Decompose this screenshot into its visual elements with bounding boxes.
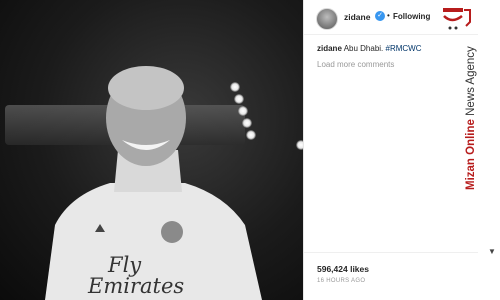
post-caption: zidane Abu Dhabi. #RMCWC bbox=[317, 44, 422, 53]
likes-count[interactable]: 596,424 likes bbox=[317, 264, 369, 274]
panel-divider bbox=[303, 0, 304, 300]
post-timestamp[interactable]: 16 HOURS AGO bbox=[317, 278, 365, 284]
watermark-agency: News Agency bbox=[465, 46, 477, 120]
caption-text: Abu Dhabi. bbox=[343, 44, 386, 53]
caption-username[interactable]: zidane bbox=[317, 44, 342, 53]
separator-dot: • bbox=[387, 11, 390, 20]
scroll-down-arrow-icon[interactable]: ▼ bbox=[488, 247, 496, 256]
username-link[interactable]: zidane bbox=[344, 12, 370, 22]
verified-badge-icon: ✓ bbox=[375, 11, 385, 21]
load-more-comments-link[interactable]: Load more comments bbox=[317, 60, 394, 69]
post-photo[interactable]: Fly Emirates bbox=[0, 0, 303, 300]
watermark-brand: Mizan Online bbox=[465, 119, 477, 190]
hashtag-link[interactable]: #RMCWC bbox=[386, 44, 422, 53]
divider bbox=[304, 252, 478, 253]
avatar[interactable] bbox=[316, 8, 338, 30]
watermark-text: Mizan Online News Agency bbox=[465, 30, 479, 190]
shirt-sponsor-line2: Emirates bbox=[88, 274, 185, 298]
person-figure bbox=[45, 66, 262, 300]
following-button[interactable]: Following bbox=[393, 12, 430, 21]
